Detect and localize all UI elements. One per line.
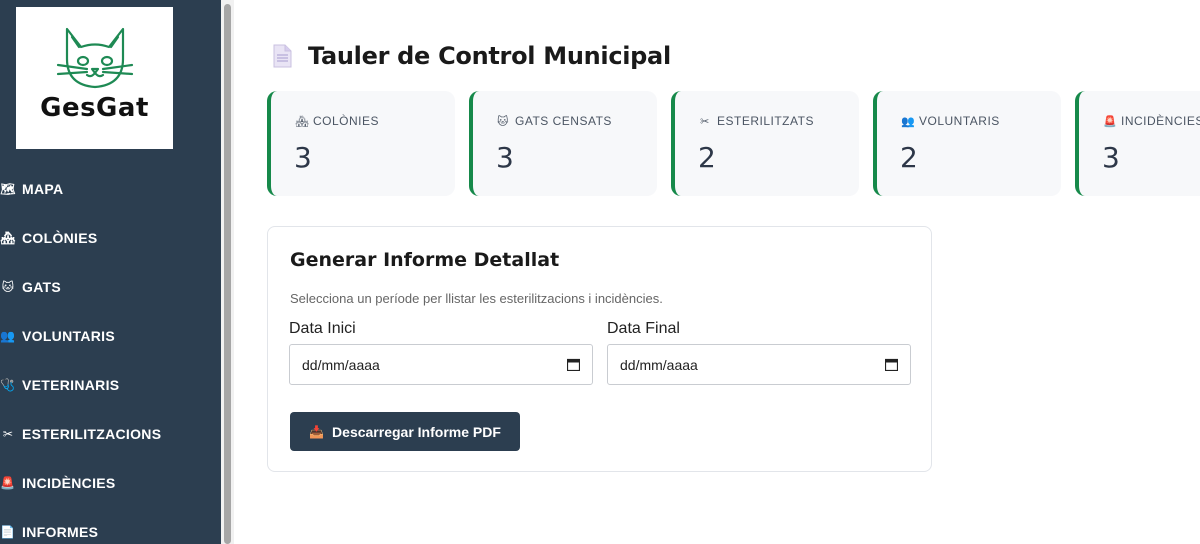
end-date-label: Data Final <box>607 320 680 337</box>
end-date-input[interactable]: dd/mm/aaaa <box>607 344 911 385</box>
house-icon: 🏘 <box>0 230 16 245</box>
stat-card-voluntaris: 👥 VOLUNTARIS 2 <box>873 91 1061 196</box>
cat-face-icon: 🐱 <box>497 115 509 128</box>
sidebar-item-label: VETERINARIS <box>22 376 120 393</box>
siren-icon: 🚨 <box>0 475 16 490</box>
stat-value: 3 <box>496 141 514 174</box>
start-date-field: Data Inici dd/mm/aaaa <box>289 320 593 385</box>
sidebar-item-veterinaris[interactable]: 🩺 VETERINARIS <box>0 360 221 409</box>
logo[interactable]: GesGat <box>16 7 173 149</box>
stat-card-colonies: 🏘 COLÒNIES 3 <box>267 91 455 196</box>
cat-face-icon: 🐱 <box>1 279 15 294</box>
main-content: Tauler de Control Municipal 🏘 COLÒNIES 3 … <box>234 0 1200 544</box>
report-title: Generar Informe Detallat <box>290 249 560 271</box>
stat-value: 3 <box>1102 141 1120 174</box>
sidebar-item-label: INCIDÈNCIES <box>22 474 116 491</box>
scissors-icon: ✂ <box>700 115 710 128</box>
sidebar-item-label: ESTERILITZACIONS <box>22 425 162 442</box>
app-root: GesGat 🗺 MAPA 🏘 COLÒNIES 🐱 GATS 👥 VOLUNTARIS… <box>0 0 1200 544</box>
stat-value: 3 <box>294 141 312 174</box>
stat-label: ESTERILITZATS <box>717 114 814 128</box>
stat-value: 2 <box>698 141 716 174</box>
start-date-value: dd/mm/aaaa <box>302 356 380 373</box>
house-icon: 🏘 <box>295 115 310 128</box>
stat-label: INCIDÈNCIES <box>1121 114 1200 128</box>
sidebar-item-informes[interactable]: 📄 INFORMES <box>0 507 221 544</box>
map-icon: 🗺 <box>0 181 16 196</box>
sidebar-item-gats[interactable]: 🐱 GATS <box>0 262 221 311</box>
end-date-field: Data Final dd/mm/aaaa <box>607 320 911 385</box>
stat-card-gats-censats: 🐱 GATS CENSATS 3 <box>469 91 657 196</box>
scissors-icon: ✂ <box>2 426 14 441</box>
people-icon: 👥 <box>0 328 16 343</box>
sidebar-scrollbar[interactable] <box>221 0 234 544</box>
sidebar-item-label: INFORMES <box>22 523 99 540</box>
stat-label: VOLUNTARIS <box>919 114 1000 128</box>
sidebar-item-voluntaris[interactable]: 👥 VOLUNTARIS <box>0 311 221 360</box>
logo-text: GesGat <box>40 93 149 123</box>
sidebar-item-colonies[interactable]: 🏘 COLÒNIES <box>0 213 221 262</box>
sidebar-item-label: GATS <box>22 278 62 295</box>
siren-icon: 🚨 <box>1103 115 1118 128</box>
start-date-input[interactable]: dd/mm/aaaa <box>289 344 593 385</box>
download-report-button[interactable]: 📥 Descarregar Informe PDF <box>290 412 520 451</box>
sidebar-item-label: MAPA <box>22 180 64 197</box>
stat-value: 2 <box>900 141 918 174</box>
cat-logo-icon <box>56 27 133 89</box>
document-icon <box>273 44 292 68</box>
calendar-icon[interactable] <box>885 358 898 371</box>
stat-label: GATS CENSATS <box>515 114 612 128</box>
stethoscope-icon: 🩺 <box>0 377 16 392</box>
stat-card-esterilitzats: ✂ ESTERILITZATS 2 <box>671 91 859 196</box>
sidebar-item-label: VOLUNTARIS <box>22 327 115 344</box>
document-icon: 📄 <box>0 524 16 539</box>
stat-label: COLÒNIES <box>313 114 380 128</box>
sidebar-item-label: COLÒNIES <box>22 229 98 246</box>
sidebar: GesGat 🗺 MAPA 🏘 COLÒNIES 🐱 GATS 👥 VOLUNTARIS… <box>0 0 221 544</box>
sidebar-item-esterilitzacions[interactable]: ✂ ESTERILITZACIONS <box>0 409 221 458</box>
start-date-label: Data Inici <box>289 320 356 337</box>
page-title: Tauler de Control Municipal <box>308 42 671 70</box>
sidebar-item-incidencies[interactable]: 🚨 INCIDÈNCIES <box>0 458 221 507</box>
sidebar-item-mapa[interactable]: 🗺 MAPA <box>0 164 221 213</box>
report-description: Selecciona un període per llistar les es… <box>290 291 663 306</box>
stat-card-incidencies: 🚨 INCIDÈNCIES 3 <box>1075 91 1200 196</box>
sidebar-nav: 🗺 MAPA 🏘 COLÒNIES 🐱 GATS 👥 VOLUNTARIS 🩺 VETER… <box>0 164 221 544</box>
report-panel: Generar Informe Detallat Selecciona un p… <box>267 226 932 472</box>
inbox-tray-icon: 📥 <box>309 424 325 439</box>
download-report-label: Descarregar Informe PDF <box>332 423 501 440</box>
scrollbar-thumb[interactable] <box>224 4 231 544</box>
people-icon: 👥 <box>901 115 916 128</box>
calendar-icon[interactable] <box>567 358 580 371</box>
page-header: Tauler de Control Municipal <box>272 42 671 70</box>
end-date-value: dd/mm/aaaa <box>620 356 698 373</box>
